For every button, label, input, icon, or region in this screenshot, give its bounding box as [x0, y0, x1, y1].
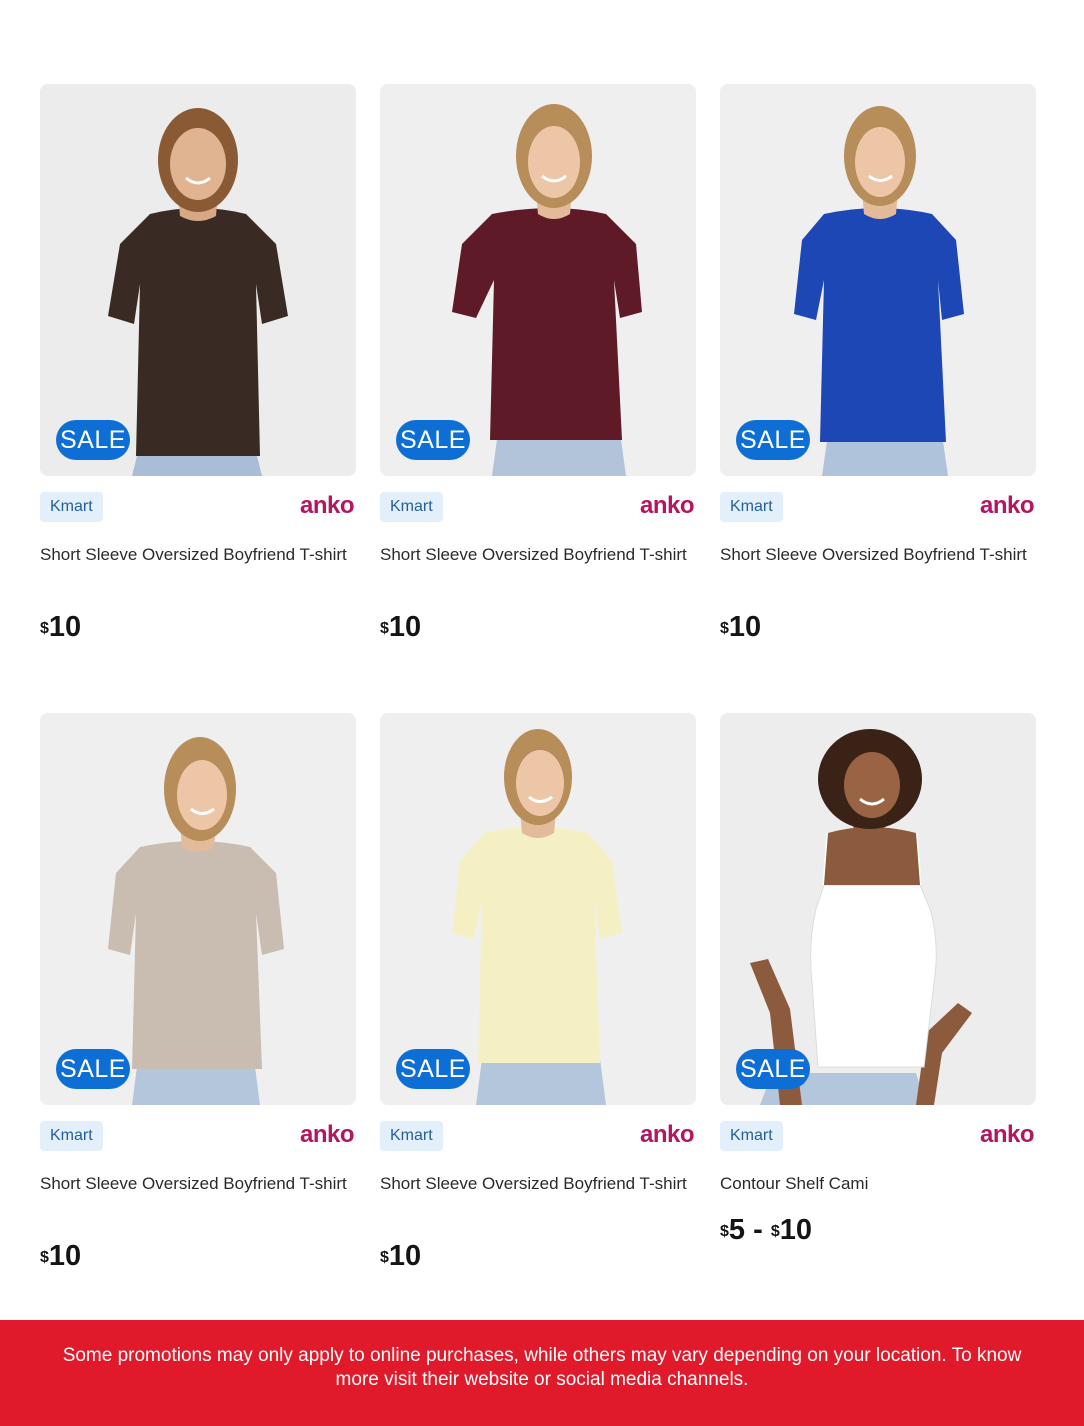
product-card[interactable]: SALE Kmart anko Short Sleeve Oversized B…: [720, 84, 1036, 684]
price-currency: $: [380, 620, 389, 637]
model-photo: [40, 713, 356, 1105]
price-currency-max: $: [770, 1223, 780, 1240]
model-photo: [380, 84, 696, 476]
model-photo: [380, 713, 696, 1105]
product-title[interactable]: Short Sleeve Oversized Boyfriend T-shirt: [380, 1171, 696, 1197]
brand-logo: anko: [639, 492, 695, 519]
sale-badge: SALE: [56, 420, 130, 460]
promo-disclaimer-text: Some promotions may only apply to online…: [62, 1345, 1022, 1390]
product-title[interactable]: Short Sleeve Oversized Boyfriend T-shirt: [40, 1171, 356, 1197]
store-tag: Kmart: [40, 492, 103, 522]
price-amount: 10: [388, 1240, 422, 1272]
price-currency-min: $: [720, 1223, 729, 1240]
product-price: $10: [40, 610, 81, 644]
price-currency: $: [40, 620, 49, 637]
product-price: $10: [380, 610, 421, 644]
product-title[interactable]: Contour Shelf Cami: [720, 1171, 1036, 1197]
product-price: $10: [380, 1239, 421, 1273]
promo-disclaimer-banner: Some promotions may only apply to online…: [0, 1320, 1084, 1426]
price-separator: -: [753, 1214, 763, 1246]
brand-logo: anko: [979, 492, 1035, 519]
sale-badge: SALE: [396, 420, 470, 460]
sale-badge: SALE: [736, 1049, 810, 1089]
brand-logo: anko: [299, 1121, 355, 1148]
model-photo: [40, 84, 356, 476]
product-image[interactable]: [380, 84, 696, 476]
product-image[interactable]: [720, 713, 1036, 1105]
price-amount: 10: [48, 1240, 82, 1272]
price-amount: 10: [728, 611, 762, 643]
product-title[interactable]: Short Sleeve Oversized Boyfriend T-shirt: [380, 542, 696, 568]
product-title[interactable]: Short Sleeve Oversized Boyfriend T-shirt: [40, 542, 356, 568]
store-tag: Kmart: [720, 492, 783, 522]
product-image[interactable]: [380, 713, 696, 1105]
price-currency: $: [720, 620, 729, 637]
product-title[interactable]: Short Sleeve Oversized Boyfriend T-shirt: [720, 542, 1036, 568]
sale-badge: SALE: [736, 420, 810, 460]
model-photo: [720, 84, 1036, 476]
product-price: $10: [720, 610, 761, 644]
product-image[interactable]: [40, 713, 356, 1105]
price-currency: $: [40, 1249, 49, 1266]
product-price: $10: [40, 1239, 81, 1273]
product-image[interactable]: [40, 84, 356, 476]
store-tag: Kmart: [40, 1121, 103, 1151]
price-amount: 10: [388, 611, 422, 643]
product-card[interactable]: SALE Kmart anko Short Sleeve Oversized B…: [380, 713, 696, 1313]
store-tag: Kmart: [380, 1121, 443, 1151]
price-amount: 10: [48, 611, 82, 643]
sale-badge: SALE: [56, 1049, 130, 1089]
store-tag: Kmart: [720, 1121, 783, 1151]
product-price-range: $5 - $10: [720, 1213, 812, 1247]
model-photo: [720, 713, 1036, 1105]
product-row: SALE Kmart anko Short Sleeve Oversized B…: [40, 713, 1036, 1313]
price-amount-min: 5: [728, 1214, 746, 1246]
brand-logo: anko: [299, 492, 355, 519]
product-image[interactable]: [720, 84, 1036, 476]
price-amount-max: 10: [779, 1214, 813, 1246]
price-currency: $: [380, 1249, 389, 1266]
product-row: SALE Kmart anko Short Sleeve Oversized B…: [40, 84, 1036, 684]
cami-top: [810, 884, 937, 1068]
product-card[interactable]: SALE Kmart anko Short Sleeve Oversized B…: [40, 84, 356, 684]
sale-badge: SALE: [396, 1049, 470, 1089]
product-card[interactable]: SALE Kmart anko Short Sleeve Oversized B…: [40, 713, 356, 1313]
product-card[interactable]: SALE Kmart anko Contour Shelf Cami $5 - …: [720, 713, 1036, 1313]
brand-logo: anko: [639, 1121, 695, 1148]
product-card[interactable]: SALE Kmart anko Short Sleeve Oversized B…: [380, 84, 696, 684]
brand-logo: anko: [979, 1121, 1035, 1148]
store-tag: Kmart: [380, 492, 443, 522]
